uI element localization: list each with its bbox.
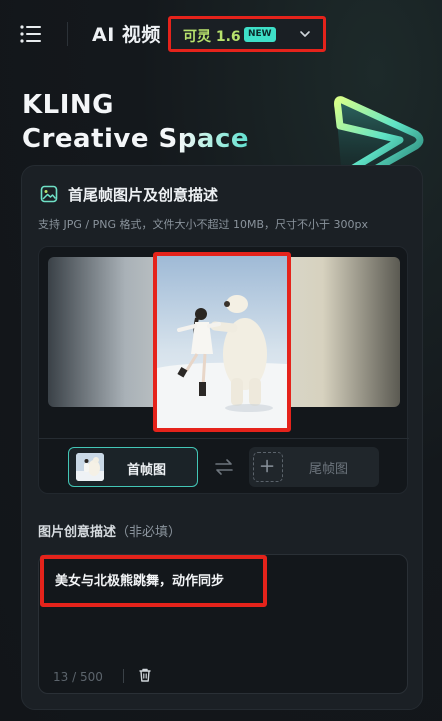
prompt-textarea[interactable]: 美女与北极熊跳舞，动作同步 13 / 500 xyxy=(38,554,408,694)
generation-panel: 首尾帧图片及创意描述 支持 JPG / PNG 格式，文件大小不超过 10MB，… xyxy=(21,165,423,710)
prompt-title-label: 图片创意描述 xyxy=(38,525,117,540)
section-title: 首尾帧图片及创意描述 xyxy=(68,186,219,204)
prompt-optional-label: （非必填） xyxy=(116,525,182,540)
frame-divider xyxy=(39,438,409,439)
uploaded-first-frame-image[interactable] xyxy=(153,252,291,432)
menu-icon[interactable] xyxy=(20,24,42,44)
first-frame-button[interactable]: 首帧图 xyxy=(68,447,198,487)
hero-title-line2: Creative Space xyxy=(22,124,249,154)
swap-icon[interactable] xyxy=(214,458,234,476)
header-divider xyxy=(67,22,68,46)
app-title: AI 视频 xyxy=(92,24,161,46)
top-bar: AI 视频 可灵 1.6 NEW xyxy=(0,0,442,68)
page: AI 视频 可灵 1.6 NEW KLING Creative Space 首尾… xyxy=(0,0,442,721)
plus-icon xyxy=(253,452,283,482)
image-icon xyxy=(40,185,58,203)
first-frame-label: 首帧图 xyxy=(127,463,167,478)
char-counter: 13 / 500 xyxy=(53,670,103,684)
upload-hint: 支持 JPG / PNG 格式，文件大小不超过 10MB，尺寸不小于 300px xyxy=(38,218,368,231)
hero-title-part-b: pace xyxy=(177,124,249,154)
prompt-title: 图片创意描述（非必填） xyxy=(38,521,181,540)
model-selector[interactable]: 可灵 1.6 NEW xyxy=(168,16,326,52)
first-frame-thumbnail xyxy=(76,453,104,481)
last-frame-label: 尾帧图 xyxy=(309,462,349,477)
chevron-down-icon xyxy=(300,31,310,37)
new-badge: NEW xyxy=(244,27,276,42)
hero-title-line1: KLING xyxy=(22,90,114,120)
hero-title-part-a: Creative S xyxy=(22,124,178,154)
counter-divider xyxy=(123,669,124,683)
model-name: 可灵 1.6 xyxy=(183,29,241,45)
trash-icon[interactable] xyxy=(137,667,153,683)
last-frame-button[interactable]: 尾帧图 xyxy=(249,447,379,487)
prompt-text[interactable]: 美女与北极熊跳舞，动作同步 xyxy=(55,570,224,589)
